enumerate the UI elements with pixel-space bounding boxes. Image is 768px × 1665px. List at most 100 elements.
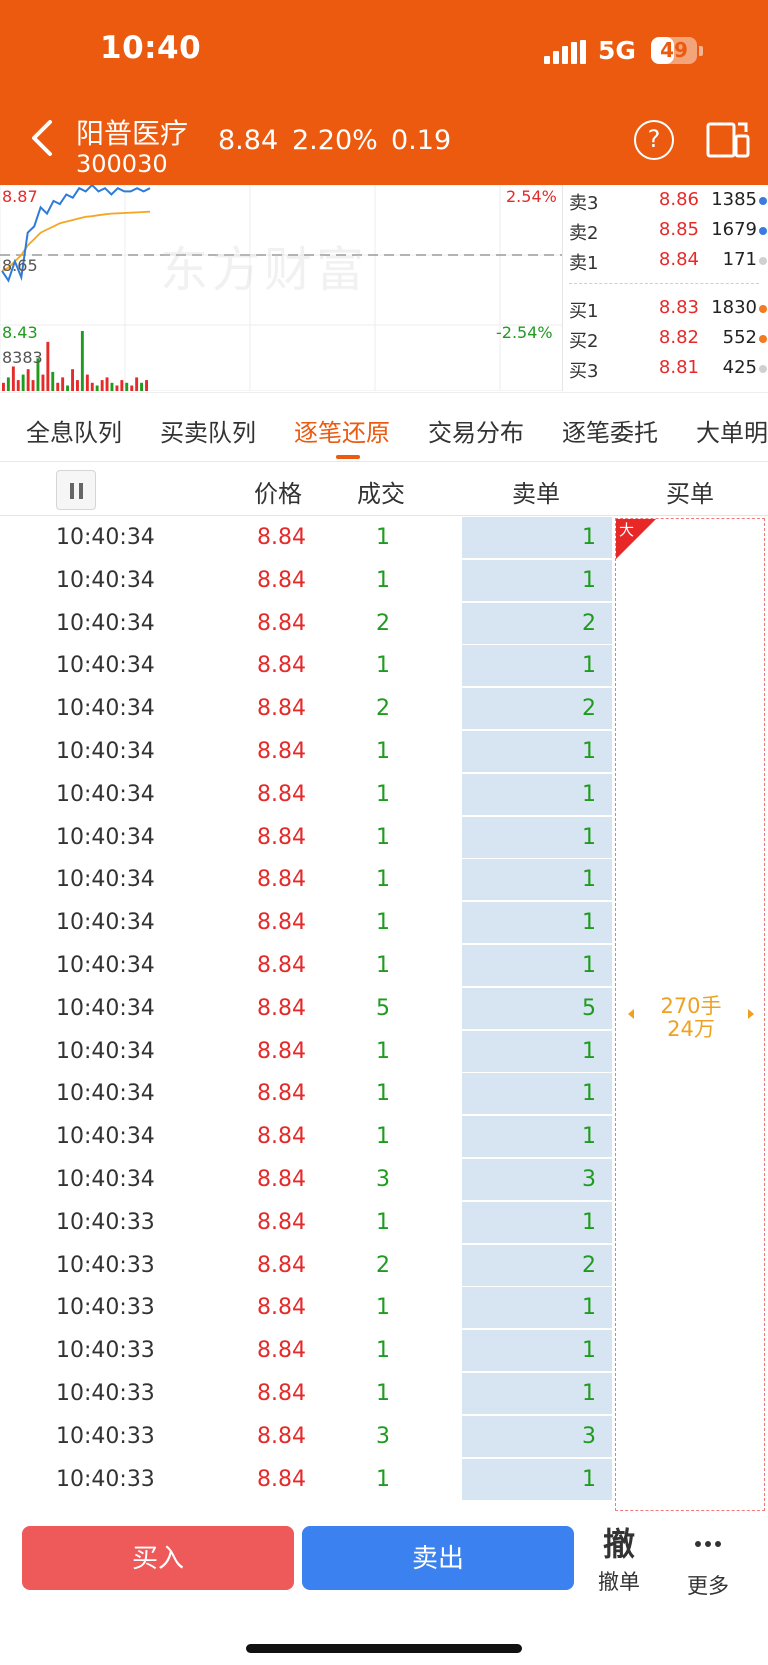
chart-volume: 8383 <box>2 348 43 367</box>
trade-price: 8.84 <box>257 995 306 1021</box>
back-arrow-icon[interactable] <box>24 118 64 158</box>
trade-time: 10:40:34 <box>56 696 155 722</box>
signal-icon <box>544 40 586 64</box>
sell-order-volume: 1 <box>582 910 596 936</box>
more-button[interactable]: 更多 <box>673 1522 743 1600</box>
trade-price: 8.84 <box>257 1338 306 1364</box>
trade-time: 10:40:33 <box>56 1252 155 1278</box>
big-order-hands: 270手 <box>660 994 722 1018</box>
sell-button[interactable]: 卖出 <box>302 1526 574 1590</box>
tab-big-orders[interactable]: 大单明 <box>696 413 768 448</box>
ask-label: 卖3 <box>569 193 599 214</box>
cancel-order-label: 撤单 <box>598 1570 640 1594</box>
volume-bar <box>6 377 10 391</box>
quote-price: 8.84 <box>218 125 279 156</box>
trade-volume: 1 <box>376 1038 390 1064</box>
ask-row-3: 卖3 8.86 1385 <box>563 189 768 215</box>
volume-bar <box>61 377 65 391</box>
trade-time: 10:40:34 <box>56 824 155 850</box>
sell-order-volume: 1 <box>582 1381 596 1406</box>
trade-price: 8.84 <box>257 610 306 636</box>
bid-price: 8.81 <box>658 357 699 378</box>
buy-button[interactable]: 买入 <box>22 1526 294 1590</box>
trade-time: 10:40:34 <box>56 1167 155 1192</box>
ask-label: 卖1 <box>569 253 599 274</box>
header-price: 价格 <box>254 480 302 508</box>
book-divider <box>569 283 759 284</box>
volume-bar <box>11 366 15 391</box>
quote-change: 0.19 <box>391 125 452 156</box>
trade-price: 8.84 <box>257 781 306 807</box>
trade-volume: 1 <box>376 1295 390 1321</box>
sell-order-volume: 1 <box>582 1038 596 1064</box>
trade-price: 8.84 <box>257 910 306 936</box>
tab-bid-ask-queue[interactable]: 买卖队列 <box>160 413 256 448</box>
chart-pct-down: -2.54% <box>496 323 553 342</box>
quote-percent: 2.20% <box>292 125 378 156</box>
trade-time: 10:40:34 <box>56 781 155 807</box>
volume-bar <box>56 382 60 391</box>
trade-price: 8.84 <box>257 1295 306 1321</box>
sell-order-volume: 2 <box>582 1252 596 1278</box>
sell-order-volume: 1 <box>582 739 596 764</box>
bid-dot-icon <box>759 365 767 373</box>
trade-volume: 3 <box>376 1167 390 1192</box>
trade-price: 8.84 <box>257 824 306 850</box>
volume-bar <box>2 382 5 391</box>
bid-price: 8.83 <box>658 297 699 318</box>
volume-bar <box>120 380 124 391</box>
bid-volume: 425 <box>722 357 757 378</box>
trade-time: 10:40:33 <box>56 1295 155 1321</box>
volume-bar <box>140 382 143 391</box>
trade-volume: 1 <box>376 1381 390 1406</box>
action-bar: 买入 卖出 撤 撤单 更多 <box>0 1512 768 1665</box>
big-order-summary[interactable]: 270手 24万 <box>616 995 766 1041</box>
trade-price: 8.84 <box>257 1209 306 1235</box>
volume-bar <box>95 385 99 391</box>
trade-volume: 1 <box>376 739 390 764</box>
order-book[interactable]: 卖3 8.86 1385 卖2 8.85 1679 卖1 8.84 171 买1… <box>562 185 768 391</box>
help-icon[interactable]: ? <box>634 120 674 160</box>
pause-icon[interactable] <box>56 470 96 510</box>
volume-bar <box>100 380 104 391</box>
volume-bar <box>105 377 109 391</box>
switch-layout-icon[interactable] <box>706 120 750 160</box>
tab-full-queue[interactable]: 全息队列 <box>26 413 122 448</box>
tab-tick-orders[interactable]: 逐笔委托 <box>562 413 658 448</box>
sell-order-volume: 2 <box>582 696 596 722</box>
volume-bar <box>110 382 114 391</box>
bid-row-2: 买2 8.82 552 <box>563 327 768 353</box>
trade-time: 10:40:34 <box>56 995 155 1021</box>
tab-trade-distribution[interactable]: 交易分布 <box>428 413 524 448</box>
bid-label: 买1 <box>569 301 599 322</box>
trade-time: 10:40:34 <box>56 567 155 593</box>
bid-volume: 1830 <box>711 297 757 318</box>
sell-order-volume: 1 <box>582 1466 596 1492</box>
sell-order-volume: 1 <box>582 1338 596 1364</box>
trade-volume: 1 <box>376 867 390 893</box>
trade-price: 8.84 <box>257 653 306 679</box>
ask-dot-icon <box>759 227 767 235</box>
right-arrow-icon <box>748 1009 754 1019</box>
trade-volume: 1 <box>376 1209 390 1235</box>
trade-volume: 2 <box>376 1252 390 1278</box>
volume-bar <box>85 374 89 391</box>
header-sell: 卖单 <box>512 480 560 508</box>
sell-order-volume: 1 <box>582 1124 596 1150</box>
sell-order-volume: 3 <box>582 1167 596 1192</box>
stock-code: 300030 <box>76 150 168 178</box>
active-tab-indicator <box>336 455 360 459</box>
trade-price: 8.84 <box>257 1124 306 1150</box>
ask-volume: 171 <box>722 249 757 270</box>
battery-level: 49 <box>660 38 688 62</box>
trade-price: 8.84 <box>257 525 306 550</box>
volume-bar <box>16 380 20 391</box>
ask-price: 8.86 <box>658 189 699 210</box>
bid-label: 买3 <box>569 361 599 382</box>
ask-dot-icon <box>759 257 767 265</box>
trade-price: 8.84 <box>257 739 306 764</box>
sell-order-volume: 1 <box>582 1081 596 1107</box>
tab-tick-restore[interactable]: 逐笔还原 <box>294 413 390 448</box>
cancel-order-button[interactable]: 撤 撤单 <box>584 1522 654 1596</box>
bid-volume: 552 <box>722 327 757 348</box>
